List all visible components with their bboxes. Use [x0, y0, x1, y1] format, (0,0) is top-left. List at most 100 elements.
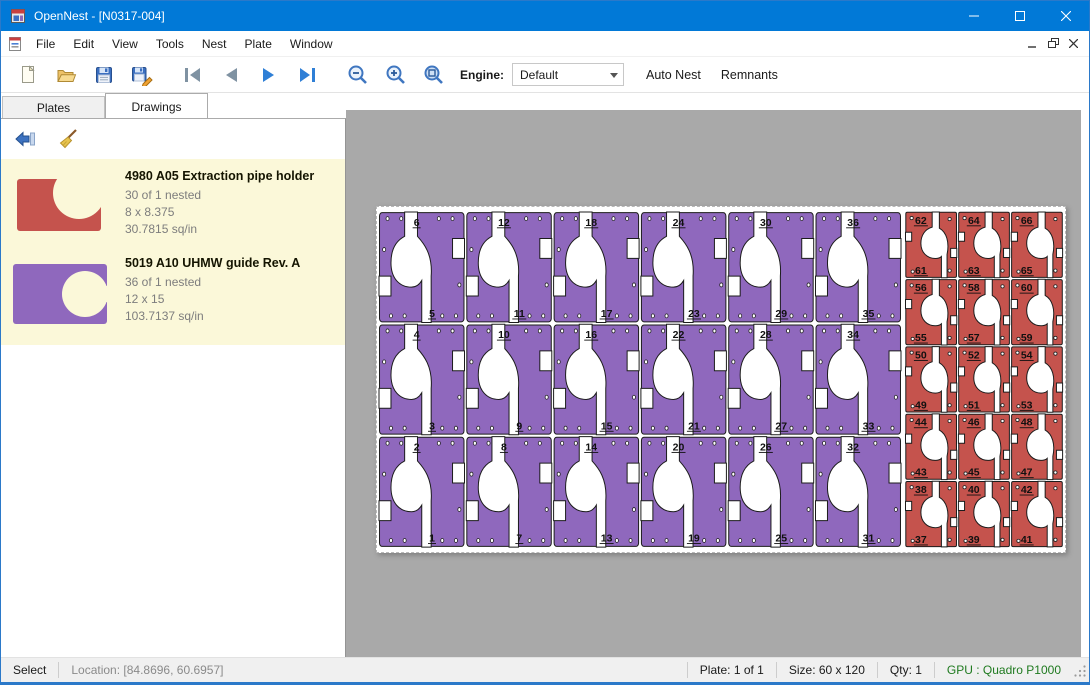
status-bar: Select Location: [84.8696, 60.6957] Plat… [1, 657, 1089, 682]
open-button[interactable] [51, 61, 80, 89]
tab-plates[interactable]: Plates [2, 96, 105, 118]
part-title: 5019 A10 UHMW guide Rev. A [125, 256, 300, 270]
purple-part-pair[interactable] [466, 437, 552, 547]
nest-plate-svg[interactable]: 6512111817242330293635431091615222128273… [377, 207, 1067, 554]
red-part-pair[interactable] [1011, 414, 1062, 480]
zoom-out-button[interactable] [343, 61, 372, 89]
red-part-pair[interactable] [1011, 347, 1062, 413]
nav-next-button[interactable] [254, 61, 283, 89]
status-mode: Select [1, 663, 58, 677]
purple-part-pair[interactable] [379, 212, 465, 323]
nav-previous-button[interactable] [216, 61, 245, 89]
menu-bar: File Edit View Tools Nest Plate Window [1, 31, 1089, 57]
zoom-fit-button[interactable] [419, 61, 448, 89]
tab-drawings[interactable]: Drawings [105, 93, 208, 118]
menu-view[interactable]: View [103, 32, 147, 56]
part-number: 60 [1021, 282, 1033, 294]
part-area: 103.7137 sq/in [125, 308, 300, 325]
status-gpu: GPU : Quadro P1000 [935, 663, 1073, 677]
engine-label: Engine: [460, 68, 504, 82]
child-close-button[interactable] [1063, 35, 1083, 53]
close-button[interactable] [1043, 1, 1089, 31]
remnants-button[interactable]: Remnants [715, 64, 784, 86]
document-icon[interactable] [7, 36, 23, 52]
child-minimize-button[interactable] [1023, 35, 1043, 53]
import-drawing-button[interactable] [11, 126, 39, 152]
chevron-down-icon [610, 73, 618, 78]
part-nested-count: 30 of 1 nested [125, 187, 314, 204]
part-number: 41 [1021, 534, 1033, 546]
part-number: 38 [915, 484, 927, 496]
save-button[interactable] [89, 61, 118, 89]
part-number: 62 [915, 215, 927, 227]
menu-file[interactable]: File [27, 32, 64, 56]
child-restore-button[interactable] [1043, 35, 1063, 53]
red-part-pair[interactable] [906, 414, 957, 480]
part-area: 30.7815 sq/in [125, 221, 314, 238]
red-part-pair[interactable] [1011, 212, 1062, 278]
nav-first-button[interactable] [178, 61, 207, 89]
status-qty: Qty: 1 [878, 663, 934, 677]
engine-select[interactable]: Default [512, 63, 624, 86]
part-nested-count: 36 of 1 nested [125, 274, 300, 291]
red-part-pair[interactable] [906, 279, 957, 345]
red-part-pair[interactable] [906, 481, 957, 547]
menu-plate[interactable]: Plate [236, 32, 281, 56]
red-part-pair[interactable] [958, 212, 1009, 278]
red-part-pair[interactable] [958, 347, 1009, 413]
resize-grip[interactable] [1073, 662, 1087, 678]
red-part-pair[interactable] [958, 279, 1009, 345]
part-number: 40 [968, 484, 980, 496]
red-part-pair[interactable] [958, 414, 1009, 480]
nest-canvas[interactable]: 6512111817242330293635431091615222128273… [346, 93, 1089, 657]
part-number: 7 [516, 533, 522, 545]
drawing-item[interactable]: 4980 A05 Extraction pipe holder 30 of 1 … [1, 160, 345, 247]
part-number: 19 [688, 533, 700, 545]
part-number: 65 [1021, 265, 1033, 277]
part-number: 56 [915, 282, 927, 294]
part-number: 6 [414, 217, 420, 229]
part-number: 35 [863, 308, 875, 320]
purple-part-pair[interactable] [379, 437, 465, 547]
sidebar: Plates Drawings [1, 93, 346, 657]
menu-nest[interactable]: Nest [193, 32, 236, 56]
menu-window[interactable]: Window [281, 32, 342, 56]
part-number: 64 [968, 215, 980, 227]
red-part-pair[interactable] [906, 347, 957, 413]
save-as-button[interactable] [127, 61, 156, 89]
red-part-pair[interactable] [1011, 481, 1062, 547]
purple-part-pair[interactable] [379, 324, 465, 435]
clear-broom-button[interactable] [55, 126, 83, 152]
auto-nest-button[interactable]: Auto Nest [640, 64, 707, 86]
part-number: 51 [968, 399, 980, 411]
app-icon [10, 8, 26, 24]
red-part-pair[interactable] [958, 481, 1009, 547]
red-part-pair[interactable] [906, 212, 957, 278]
part-number: 49 [915, 399, 927, 411]
part-number: 58 [968, 282, 980, 294]
new-button[interactable] [13, 61, 42, 89]
status-sheet-size: Size: 60 x 120 [777, 663, 877, 677]
part-number: 53 [1021, 399, 1033, 411]
zoom-in-button[interactable] [381, 61, 410, 89]
red-part-pair[interactable] [1011, 279, 1062, 345]
part-number: 48 [1021, 417, 1033, 429]
part-number: 20 [673, 441, 685, 453]
minimize-button[interactable] [951, 1, 997, 31]
plate-sheet[interactable]: 6512111817242330293635431091615222128273… [376, 206, 1066, 553]
title-bar: OpenNest - [N0317-004] [1, 1, 1089, 31]
part-number: 21 [688, 420, 700, 432]
part-number: 34 [847, 329, 859, 341]
maximize-button[interactable] [997, 1, 1043, 31]
engine-selected-value: Default [520, 68, 558, 82]
canvas-background[interactable]: 6512111817242330293635431091615222128273… [346, 110, 1081, 657]
drawings-panel: 4980 A05 Extraction pipe holder 30 of 1 … [1, 118, 346, 657]
drawing-item[interactable]: 5019 A10 UHMW guide Rev. A 36 of 1 neste… [1, 247, 345, 339]
part-number: 27 [775, 420, 787, 432]
nav-last-button[interactable] [292, 61, 321, 89]
menu-tools[interactable]: Tools [147, 32, 193, 56]
menu-edit[interactable]: Edit [64, 32, 103, 56]
part-number: 13 [601, 533, 613, 545]
part-number: 45 [968, 467, 980, 479]
tab-strip: Plates Drawings [1, 93, 346, 118]
